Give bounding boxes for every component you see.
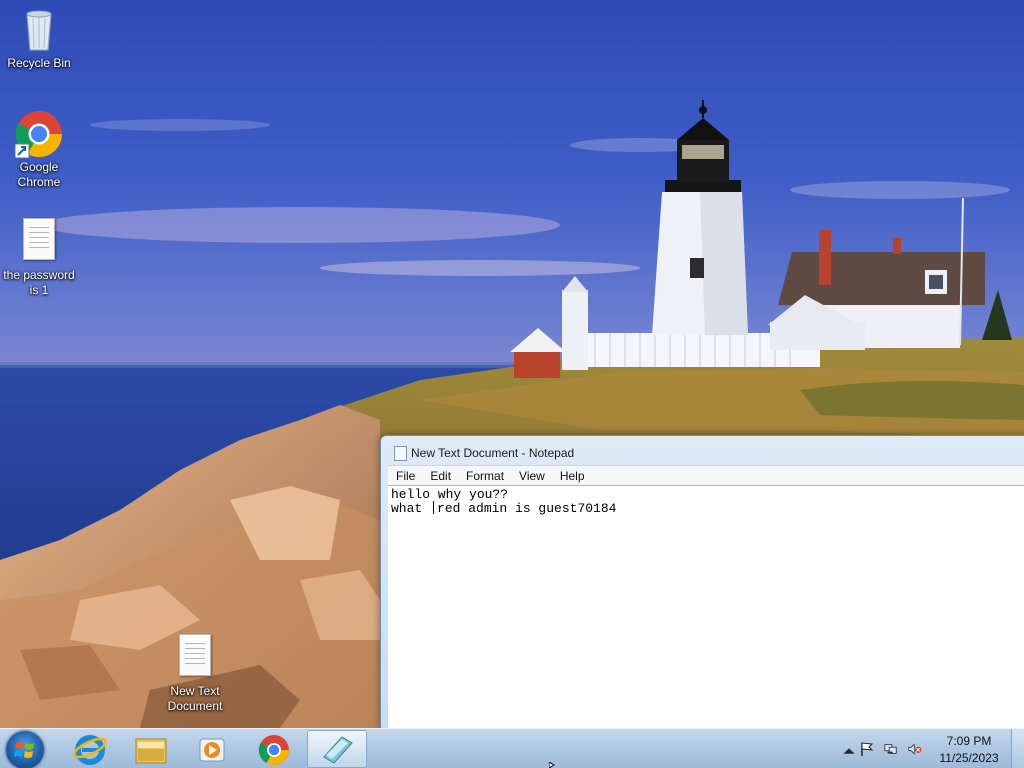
text-file-icon: [15, 218, 63, 266]
text-fragment: what: [391, 501, 431, 516]
menu-bar: File Edit Format View Help: [388, 465, 1024, 486]
menu-help[interactable]: Help: [552, 466, 592, 486]
mouse-pointer-icon: [549, 762, 555, 768]
start-button[interactable]: [6, 731, 44, 768]
action-center-flag-icon[interactable]: [860, 742, 874, 756]
desktop-icon-label: Document: [167, 699, 223, 713]
desktop-icon-label: Google: [19, 160, 59, 174]
google-chrome-desktop-icon[interactable]: Google Chrome: [1, 110, 77, 190]
text-line: hello why you??: [391, 487, 509, 502]
notepad-window[interactable]: New Text Document - Notepad File Edit Form…: [380, 435, 1024, 728]
taskbar-file-explorer[interactable]: [122, 730, 178, 768]
taskbar-media-player[interactable]: [183, 730, 239, 768]
recycle-bin-desktop-icon[interactable]: Recycle Bin: [1, 6, 77, 71]
system-tray: 7:09 PM 11/25/2023: [834, 729, 1024, 768]
taskbar-notepad[interactable]: [307, 730, 367, 768]
volume-muted-icon[interactable]: [908, 742, 922, 756]
desktop-icon-label: New Text: [170, 684, 220, 698]
text-line: what red admin is guest70184: [391, 501, 1024, 515]
taskbar: 7:09 PM 11/25/2023: [0, 728, 1024, 768]
start-orb-icon: [14, 742, 34, 758]
desktop-icon-label: is 1: [29, 283, 49, 297]
text-editor-area[interactable]: hello why you?? what red admin is guest7…: [388, 485, 1024, 728]
recycle-bin-icon: [15, 6, 63, 54]
taskbar-google-chrome[interactable]: [245, 730, 301, 768]
show-hidden-icons-chevron-icon[interactable]: [842, 744, 856, 758]
window-title: New Text Document - Notepad: [411, 446, 575, 460]
desktop[interactable]: Recycle Bin Google Chrome the password i…: [0, 0, 1024, 728]
desktop-icon-label: the password: [3, 268, 75, 282]
clock-time[interactable]: 7:09 PM: [934, 734, 1004, 748]
clock-date[interactable]: 11/25/2023: [934, 751, 1004, 765]
show-desktop-button[interactable]: [1011, 729, 1024, 768]
media-player-icon: [199, 738, 225, 762]
notepad-icon: [323, 736, 353, 764]
text-cursor: [433, 501, 435, 514]
file-explorer-icon: [135, 738, 167, 764]
new-text-document-desktop-icon[interactable]: New Text Document: [157, 630, 233, 714]
text-file-icon: [171, 634, 219, 682]
google-chrome-icon: [258, 735, 289, 766]
password-text-file-desktop-icon[interactable]: the password is 1: [1, 214, 77, 298]
menu-format[interactable]: Format: [458, 466, 511, 486]
text-fragment: red admin is guest70184: [437, 501, 617, 516]
desktop-icon-label: Chrome: [17, 175, 61, 189]
google-chrome-icon: [14, 110, 63, 159]
network-icon[interactable]: [884, 742, 898, 756]
notepad-icon: [394, 446, 407, 461]
internet-explorer-icon: [73, 735, 107, 765]
taskbar-internet-explorer[interactable]: [62, 730, 118, 768]
menu-edit[interactable]: Edit: [422, 466, 458, 486]
notepad-titlebar[interactable]: New Text Document - Notepad: [381, 436, 1024, 466]
menu-file[interactable]: File: [388, 466, 422, 486]
desktop-icon-label: Recycle Bin: [7, 56, 71, 70]
menu-view[interactable]: View: [511, 466, 552, 486]
